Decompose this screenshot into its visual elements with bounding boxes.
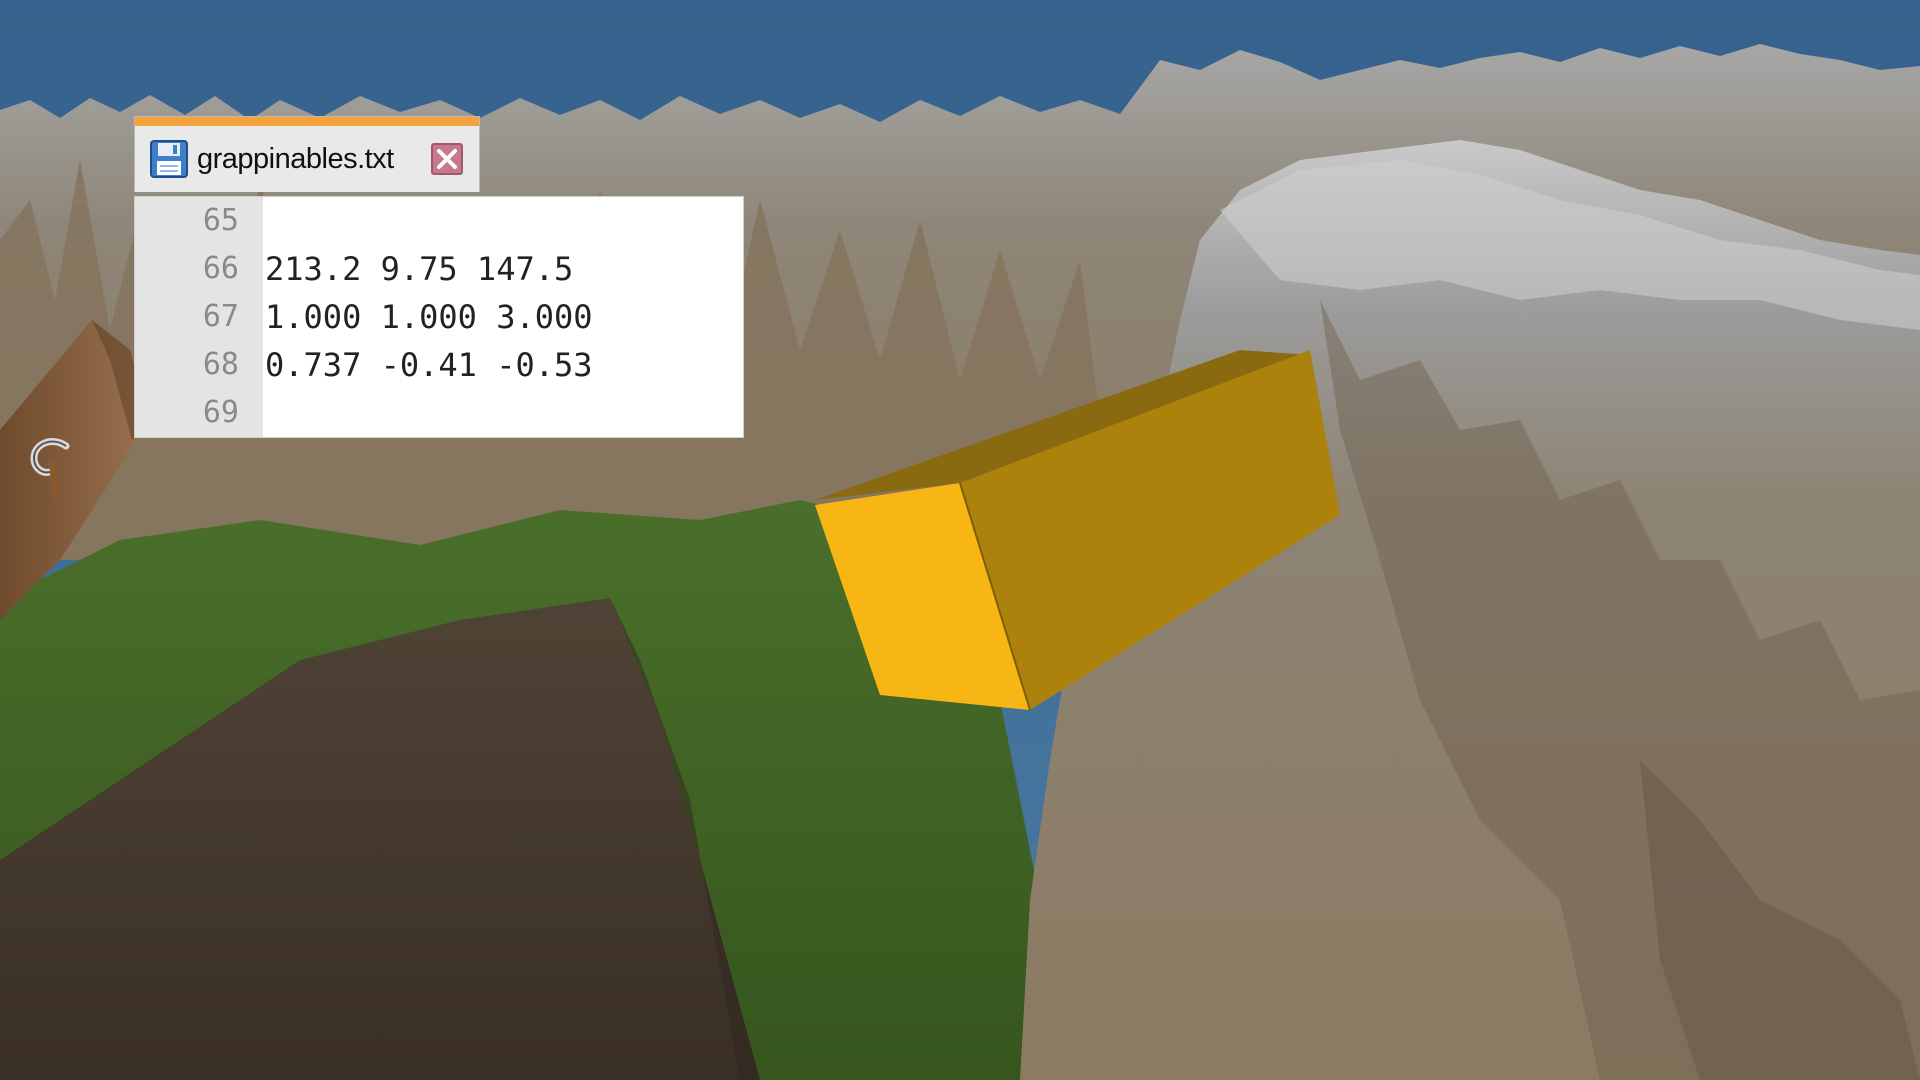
tab-filename: grappinables.txt: [197, 143, 394, 175]
editor-line[interactable]: 65: [135, 197, 743, 245]
save-icon: [150, 140, 188, 178]
line-number: 68: [202, 347, 239, 382]
grappling-hook-icon: [30, 438, 70, 500]
editor-line[interactable]: 69: [135, 389, 743, 437]
line-number: 66: [202, 251, 239, 286]
line-number: 65: [202, 203, 239, 238]
line-number: 69: [202, 395, 239, 430]
line-text[interactable]: 213.2 9.75 147.5: [265, 245, 573, 293]
line-text[interactable]: 0.737 -0.41 -0.53: [265, 341, 593, 389]
editor-line[interactable]: 67 1.000 1.000 3.000: [135, 293, 743, 341]
editor-tab[interactable]: grappinables.txt: [134, 116, 480, 192]
line-text[interactable]: 1.000 1.000 3.000: [265, 293, 593, 341]
close-icon[interactable]: [431, 143, 463, 175]
editor-line[interactable]: 66 213.2 9.75 147.5: [135, 245, 743, 293]
line-number: 67: [202, 299, 239, 334]
editor-line[interactable]: 68 0.737 -0.41 -0.53: [135, 341, 743, 389]
text-editor[interactable]: 65 66 213.2 9.75 147.5 67 1.000 1.000 3.…: [134, 196, 744, 438]
tab-accent-bar: [135, 117, 479, 126]
